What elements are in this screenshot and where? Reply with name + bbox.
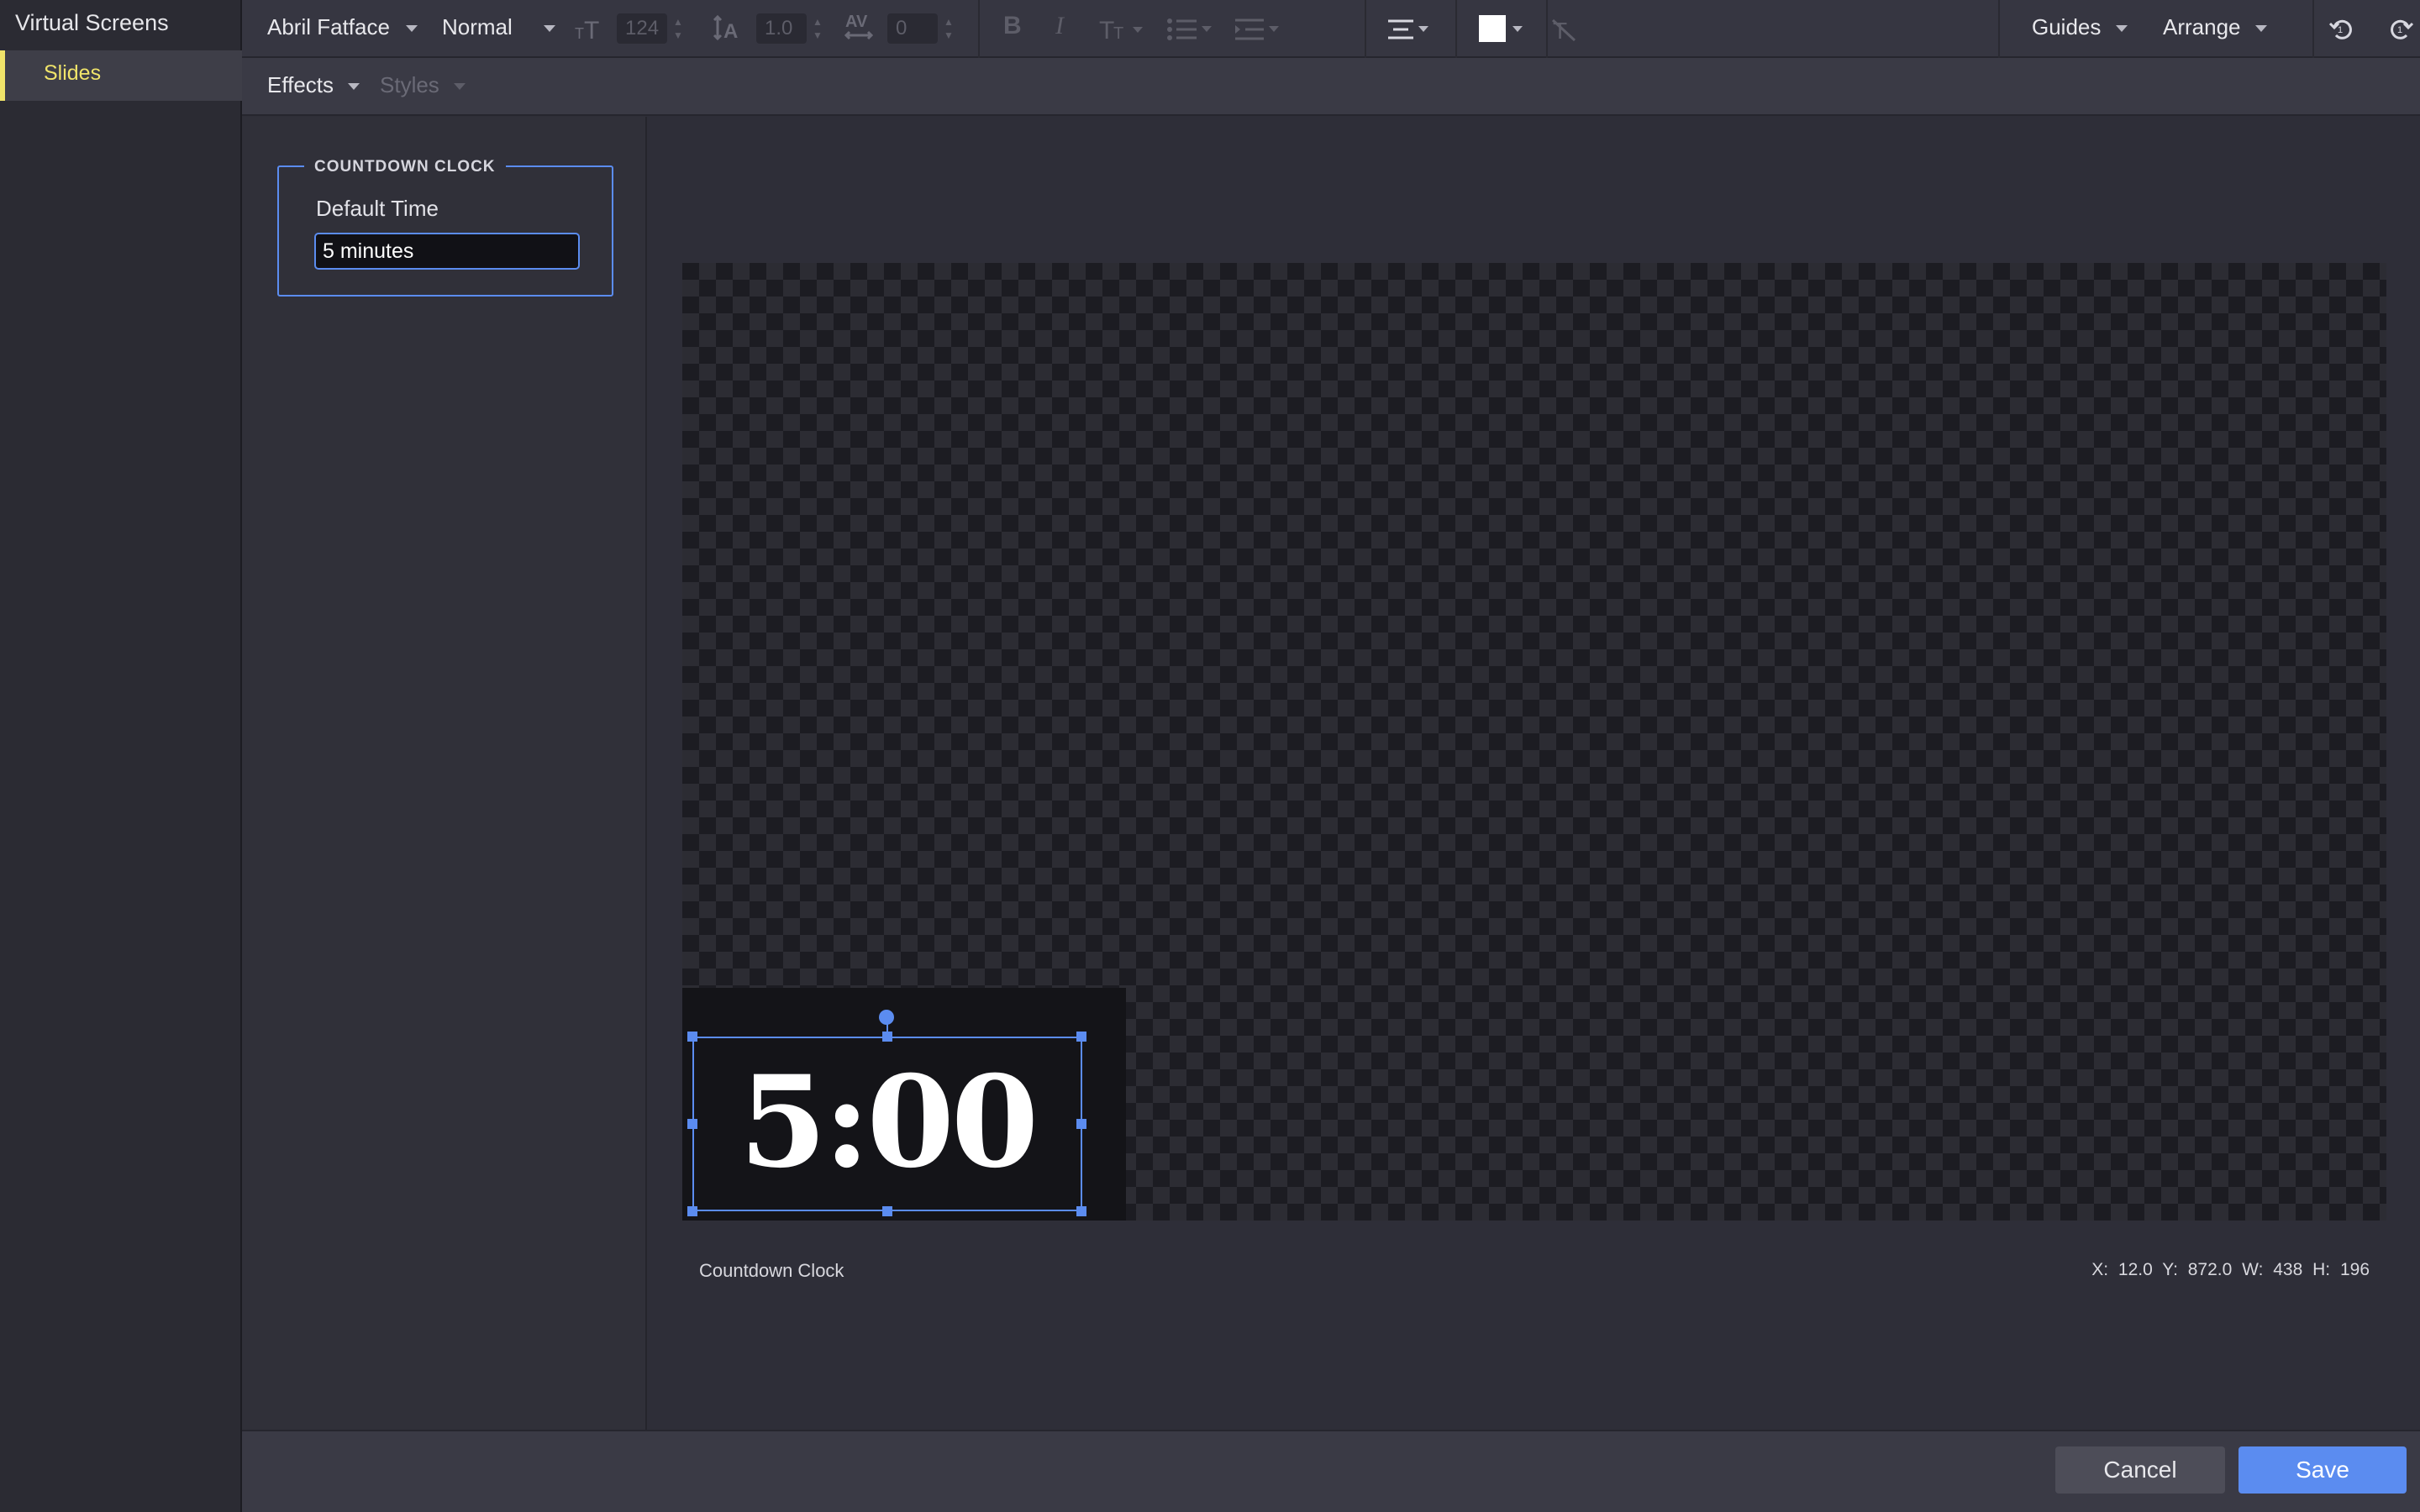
default-time-input[interactable]: [314, 233, 580, 270]
chevron-down-icon: [348, 83, 360, 91]
align-dropdown[interactable]: [1386, 18, 1432, 40]
letter-spacing-stepper[interactable]: ▲ ▼: [943, 15, 955, 42]
resize-handle-bottom[interactable]: [882, 1206, 892, 1216]
rotation-handle[interactable]: [879, 1010, 894, 1025]
svg-text:1: 1: [2338, 25, 2343, 35]
styles-dropdown[interactable]: Styles: [380, 72, 466, 98]
clear-formatting-icon[interactable]: T: [1549, 17, 1578, 42]
svg-text:T: T: [1113, 24, 1123, 42]
bold-icon[interactable]: B: [1003, 12, 1022, 40]
letter-spacing-input[interactable]: 0: [887, 13, 938, 44]
section-title: COUNTDOWN CLOCK: [304, 158, 506, 176]
font-family-dropdown[interactable]: Abril Fatface: [267, 14, 418, 40]
font-weight-value: Normal: [442, 14, 513, 39]
toolbar-divider: [978, 0, 980, 58]
resize-handle-left[interactable]: [687, 1119, 697, 1129]
app-title: Virtual Screens: [15, 10, 169, 35]
effects-label: Effects: [267, 72, 334, 97]
active-indicator: [0, 50, 5, 101]
list-icon[interactable]: [1166, 17, 1220, 42]
svg-text:A: A: [723, 20, 738, 42]
properties-panel: COUNTDOWN CLOCK Default Time: [242, 117, 647, 1430]
element-coordinates: X: 12.0 Y: 872.0 W: 438 H: 196: [2091, 1260, 2370, 1279]
guides-label: Guides: [2032, 14, 2102, 39]
resize-handle-bottom-right[interactable]: [1076, 1206, 1086, 1216]
chevron-down-icon: [406, 25, 418, 33]
font-size-input[interactable]: 124: [617, 13, 667, 44]
font-weight-dropdown[interactable]: Normal: [442, 14, 556, 40]
line-height-stepper[interactable]: ▲ ▼: [812, 15, 823, 42]
save-button[interactable]: Save: [2238, 1446, 2407, 1494]
text-toolbar: Abril Fatface Normal TT 124 ▲ ▼ A 1.0 ▲ ▼ …: [242, 0, 2420, 58]
chevron-down-icon: [454, 83, 466, 91]
svg-text:T: T: [584, 17, 599, 42]
indent-icon[interactable]: [1234, 17, 1287, 42]
svg-text:T: T: [575, 25, 584, 42]
toolbar-divider: [1546, 0, 1548, 58]
letter-spacing-icon: AV: [844, 12, 874, 42]
resize-handle-bottom-left[interactable]: [687, 1206, 697, 1216]
svg-text:1: 1: [2397, 25, 2402, 35]
toolbar-divider: [1998, 0, 2000, 58]
sidebar: Virtual Screens Slides: [0, 0, 242, 1512]
guides-dropdown[interactable]: Guides: [2032, 14, 2128, 40]
font-size-icon: TT: [575, 15, 603, 42]
cancel-button[interactable]: Cancel: [2055, 1446, 2225, 1494]
chevron-down-icon: [544, 25, 556, 33]
resize-handle-top[interactable]: [882, 1032, 892, 1042]
chevron-down-icon: [2115, 25, 2128, 33]
svg-text:T: T: [1099, 17, 1114, 42]
svg-text:AV: AV: [845, 13, 868, 31]
resize-handle-right[interactable]: [1076, 1119, 1086, 1129]
arrange-dropdown[interactable]: Arrange: [2163, 14, 2267, 40]
toolbar-divider: [1455, 0, 1457, 58]
chevron-down-icon: [2254, 25, 2267, 33]
resize-handle-top-right[interactable]: [1076, 1032, 1086, 1042]
font-size-stepper[interactable]: ▲ ▼: [672, 15, 684, 42]
arrange-label: Arrange: [2163, 14, 2241, 39]
effects-dropdown[interactable]: Effects: [267, 72, 360, 98]
styles-label: Styles: [380, 72, 439, 97]
selected-element-name: Countdown Clock: [699, 1260, 844, 1281]
text-case-icon[interactable]: TT: [1099, 15, 1148, 42]
line-height-icon: A: [713, 13, 741, 42]
font-family-value: Abril Fatface: [267, 14, 390, 39]
undo-icon[interactable]: 1: [2326, 12, 2360, 45]
redo-icon[interactable]: 1: [2383, 12, 2417, 45]
default-time-label: Default Time: [316, 196, 439, 221]
toolbar-divider: [2312, 0, 2314, 58]
selection-box[interactable]: [692, 1037, 1082, 1211]
effects-toolbar: Effects Styles: [242, 58, 2420, 116]
toolbar-divider: [1365, 0, 1366, 58]
countdown-clock-section: COUNTDOWN CLOCK Default Time: [277, 158, 613, 297]
resize-handle-top-left[interactable]: [687, 1032, 697, 1042]
italic-icon[interactable]: I: [1055, 12, 1064, 40]
line-height-input[interactable]: 1.0: [756, 13, 807, 44]
sidebar-item-label: Slides: [44, 61, 102, 85]
fill-color-picker[interactable]: [1479, 15, 1529, 44]
sidebar-item-slides[interactable]: Slides: [0, 50, 242, 101]
